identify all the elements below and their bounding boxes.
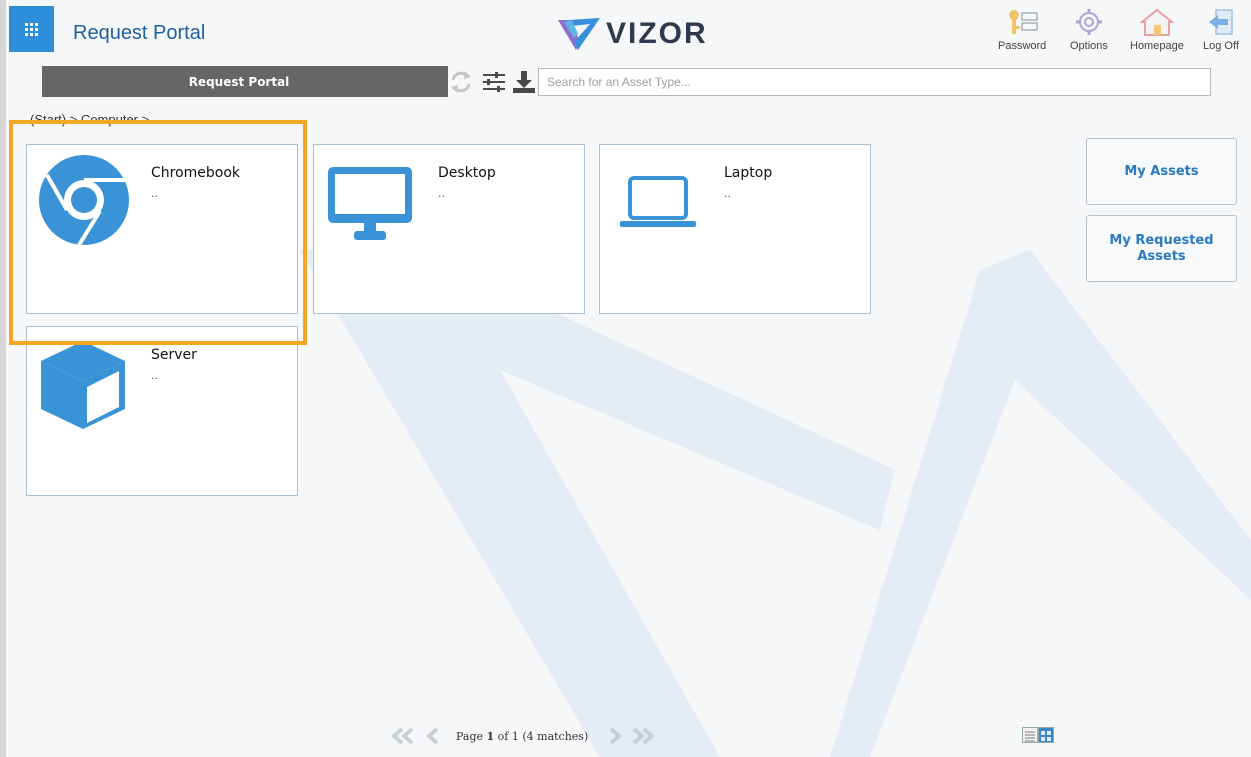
cube-icon [41, 341, 125, 429]
homepage-label: Homepage [1130, 40, 1184, 52]
asset-card-laptop[interactable]: Laptop .. [599, 144, 871, 314]
password-button[interactable]: Password [998, 8, 1046, 52]
tile-view-icon[interactable] [1038, 727, 1054, 743]
asset-card-desktop[interactable]: Desktop .. [313, 144, 585, 314]
homepage-button[interactable]: Homepage [1130, 8, 1184, 52]
options-label: Options [1070, 40, 1108, 52]
app-window: Request Portal VIZOR Password Options Ho… [0, 0, 1251, 757]
page-prefix: Page [456, 729, 487, 743]
page-suffix: of 1 (4 matches) [494, 729, 589, 743]
last-page-icon[interactable] [630, 726, 656, 746]
key-icon [1009, 10, 1038, 34]
request-portal-tab[interactable]: Request Portal [42, 66, 448, 97]
vizor-logo: VIZOR [556, 14, 708, 54]
next-page-icon[interactable] [606, 726, 624, 746]
page-indicator: Page 1 of 1 (4 matches) [456, 730, 588, 743]
asset-card-chromebook[interactable]: Chromebook .. [26, 144, 298, 314]
monitor-icon [328, 167, 412, 240]
card-description: .. [151, 369, 158, 382]
filter-sliders-icon[interactable] [481, 68, 507, 96]
chrome-icon [39, 155, 129, 247]
card-description: .. [724, 187, 731, 200]
pager: Page 1 of 1 (4 matches) [390, 726, 656, 746]
grid-icon [25, 22, 38, 36]
apps-menu-button[interactable] [9, 6, 54, 52]
logoff-label: Log Off [1203, 40, 1239, 52]
my-requested-assets-button[interactable]: My Requested Assets [1086, 215, 1237, 282]
gear-icon [1075, 9, 1102, 35]
asset-type-search-input[interactable] [538, 68, 1211, 96]
vizor-logo-icon [558, 18, 600, 50]
logoff-icon [1208, 9, 1233, 35]
prev-page-icon[interactable] [424, 726, 442, 746]
my-assets-button[interactable]: My Assets [1086, 138, 1237, 205]
options-button[interactable]: Options [1070, 8, 1108, 52]
first-page-icon[interactable] [390, 726, 416, 746]
view-toggle [1022, 727, 1054, 743]
logoff-button[interactable]: Log Off [1203, 8, 1239, 52]
app-title: Request Portal [73, 22, 206, 44]
card-title: Laptop [724, 165, 773, 181]
card-title: Chromebook [151, 165, 241, 181]
breadcrumb[interactable]: (Start) > Computer > [30, 114, 149, 128]
tab-label: Request Portal [188, 74, 290, 89]
logo-text: VIZOR [606, 17, 708, 50]
list-view-icon[interactable] [1022, 727, 1038, 743]
card-description: .. [438, 187, 445, 200]
password-label: Password [998, 40, 1047, 52]
card-description: .. [151, 187, 158, 200]
card-title: Desktop [438, 165, 496, 181]
card-title: Server [151, 347, 197, 363]
home-icon [1139, 8, 1174, 36]
laptop-icon [620, 176, 696, 227]
download-icon[interactable] [511, 68, 537, 96]
refresh-icon[interactable] [449, 68, 473, 96]
asset-card-server[interactable]: Server .. [26, 326, 298, 496]
